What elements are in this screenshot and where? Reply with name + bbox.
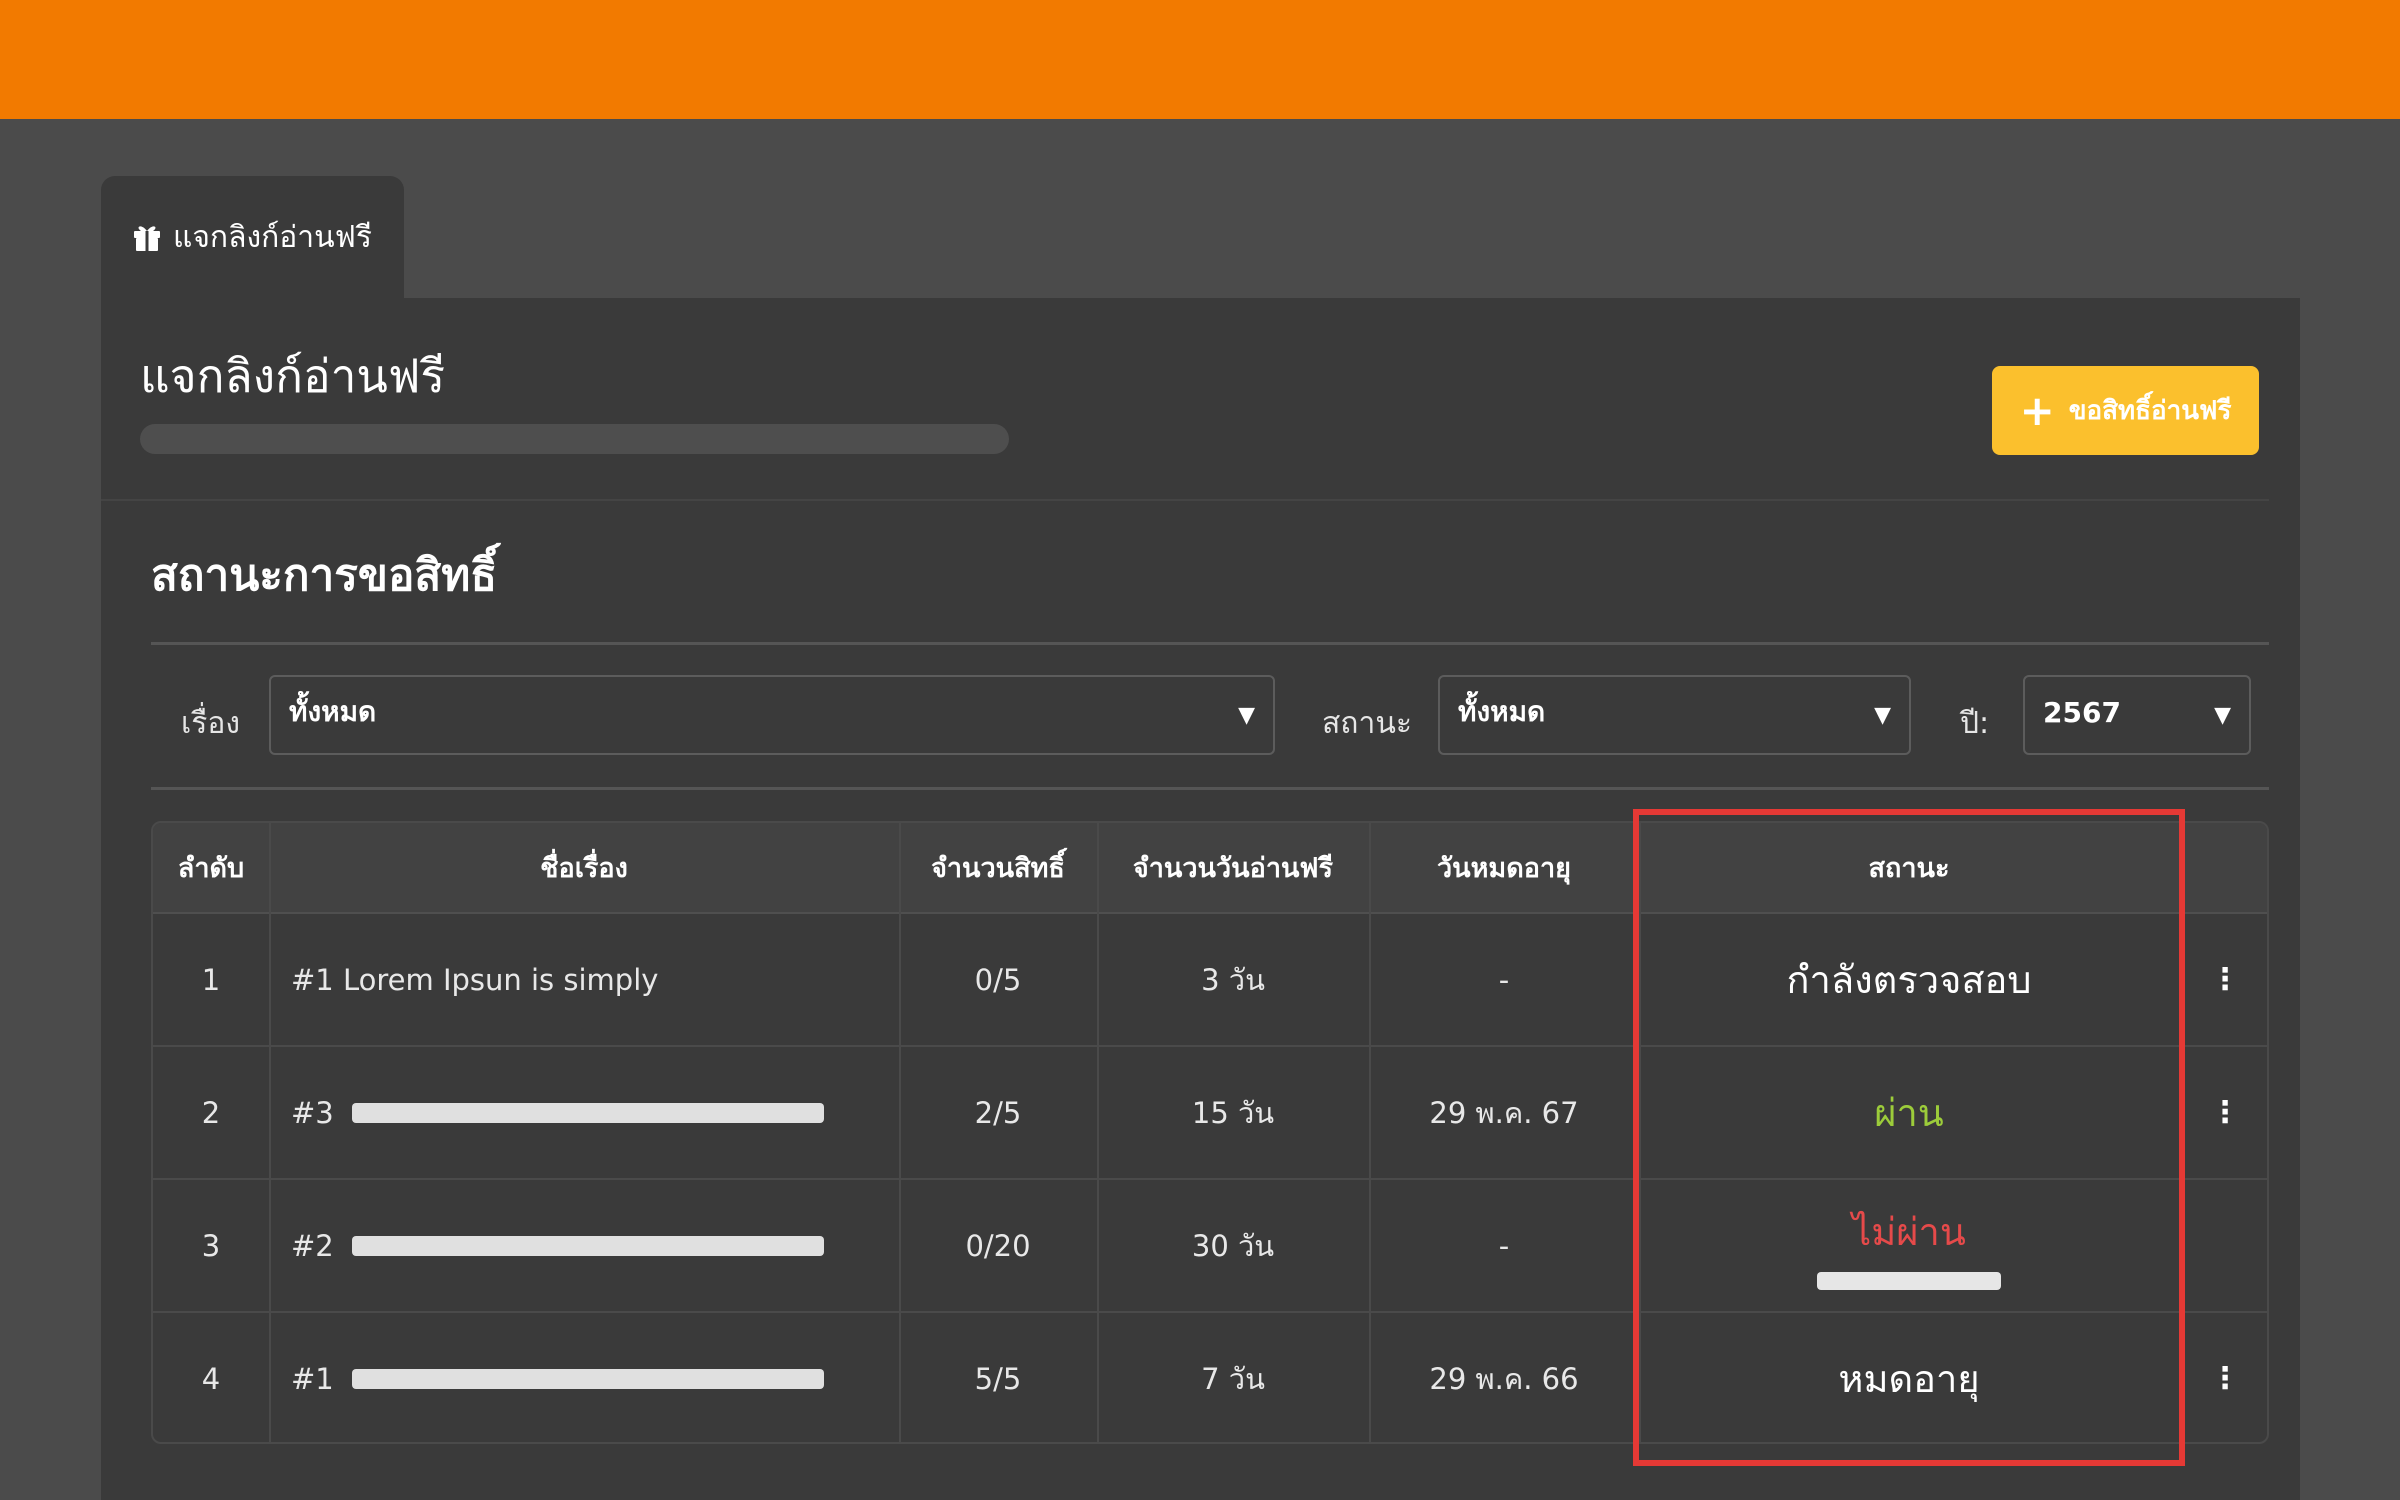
status-cell: ไม่ผ่าน: [1639, 1180, 2179, 1311]
row-menu[interactable]: ⋮: [2179, 1313, 2267, 1442]
status-fail-wrap: ไม่ผ่าน: [1817, 1201, 2001, 1290]
year-filter-value: 2567: [2043, 695, 2121, 729]
expire-date-value: -: [1498, 962, 1510, 997]
quota-value: 5/5: [974, 1361, 1022, 1396]
table-row: 3 #2 0/20 30 วัน - ไม่ผ่าน: [153, 1180, 2267, 1313]
chevron-down-icon: ▼: [2214, 703, 2231, 728]
story-title: #1 Lorem Ipsun is simply: [269, 914, 899, 1045]
story-filter-select[interactable]: ทั้งหมด ▼: [269, 675, 1275, 755]
expire-date-value: 29 พ.ค. 67: [1429, 1095, 1579, 1130]
divider: [151, 642, 2269, 645]
column-header-status: สถานะ: [1868, 853, 1950, 884]
quota-value: 2/5: [974, 1095, 1022, 1130]
row-number: 2: [201, 1095, 221, 1130]
column-header-title: ชื่อเรื่อง: [540, 853, 628, 884]
redacted-title-bar: [351, 1368, 824, 1389]
quota-value: 0/5: [974, 962, 1022, 997]
row-number: 1: [201, 962, 221, 997]
column-header-no: ลำดับ: [177, 853, 245, 884]
story-title: #3: [269, 1047, 899, 1178]
quota-value: 0/20: [965, 1228, 1031, 1263]
story-filter-label: เรื่อง: [181, 706, 241, 741]
redacted-reason-bar: [1817, 1272, 2001, 1290]
free-days-value: 7 วัน: [1201, 1361, 1265, 1396]
status-cell: ผ่าน: [1639, 1047, 2179, 1178]
story-title: #2: [269, 1180, 899, 1311]
divider: [101, 499, 2269, 501]
status-cell: กำลังตรวจสอบ: [1639, 914, 2179, 1045]
table-row: 4 #1 5/5 7 วัน 29 พ.ค. 66 หมดอายุ ⋮: [153, 1313, 2267, 1442]
plus-icon: +: [2019, 385, 2055, 435]
column-header-quota: จำนวนสิทธิ์: [931, 853, 1065, 884]
redacted-title-bar: [351, 1102, 824, 1123]
year-filter-label: ปี:: [1960, 706, 1990, 741]
page-title: แจกลิงก์อ่านฟรี: [140, 349, 446, 403]
story-title-text: #3: [291, 1095, 334, 1130]
status-cell: หมดอายุ: [1639, 1313, 2179, 1442]
status-filter-value: ทั้งหมด: [1458, 695, 1546, 728]
status-expired: หมดอายุ: [1838, 1357, 1980, 1401]
more-vertical-icon[interactable]: ⋮: [2210, 1095, 2240, 1130]
more-vertical-icon[interactable]: ⋮: [2210, 962, 2240, 997]
redacted-title-bar: [351, 1235, 824, 1256]
table-header: ลำดับ ชื่อเรื่อง จำนวนสิทธิ์ จำนวนวันอ่า…: [153, 823, 2267, 914]
request-button-label: ขอสิทธิ์อ่านฟรี: [2068, 396, 2232, 426]
column-header-expire: วันหมดอายุ: [1437, 853, 1571, 884]
tab-free-read-link[interactable]: แจกลิงก์อ่านฟรี: [101, 176, 404, 298]
status-pending: กำลังตรวจสอบ: [1786, 958, 2032, 1002]
status-pass: ผ่าน: [1874, 1091, 1944, 1135]
row-number: 4: [201, 1361, 221, 1396]
more-vertical-icon[interactable]: ⋮: [2210, 1361, 2240, 1396]
divider: [151, 787, 2269, 790]
story-title-text: #2: [291, 1228, 334, 1263]
free-days-value: 3 วัน: [1201, 962, 1265, 997]
chevron-down-icon: ▼: [1238, 703, 1255, 728]
row-menu[interactable]: ⋮: [2179, 914, 2267, 1045]
free-days-value: 30 วัน: [1191, 1228, 1275, 1263]
row-menu[interactable]: ⋮: [2179, 1047, 2267, 1178]
request-status-table: ลำดับ ชื่อเรื่อง จำนวนสิทธิ์ จำนวนวันอ่า…: [151, 821, 2269, 1444]
table-row: 2 #3 2/5 15 วัน 29 พ.ค. 67 ผ่าน ⋮: [153, 1047, 2267, 1180]
gift-icon: [131, 221, 163, 253]
status-filter-label: สถานะ: [1322, 706, 1412, 741]
year-filter-select[interactable]: 2567 ▼: [2023, 675, 2251, 755]
row-number: 3: [201, 1228, 221, 1263]
table-row: 1 #1 Lorem Ipsun is simply 0/5 3 วัน - ก…: [153, 914, 2267, 1047]
status-fail: ไม่ผ่าน: [1852, 1210, 1966, 1254]
tab-label: แจกลิงก์อ่านฟรี: [173, 219, 372, 255]
section-title: สถานะการขอสิทธิ์: [151, 550, 498, 601]
column-header-free-days: จำนวนวันอ่านฟรี: [1132, 853, 1334, 884]
story-filter-value: ทั้งหมด: [289, 695, 377, 728]
free-days-value: 15 วัน: [1191, 1095, 1275, 1130]
chevron-down-icon: ▼: [1874, 703, 1891, 728]
story-title-text: #1 Lorem Ipsun is simply: [291, 962, 659, 997]
status-filter-select[interactable]: ทั้งหมด ▼: [1438, 675, 1911, 755]
story-title: #1: [269, 1313, 899, 1442]
page-subtitle-placeholder: [140, 424, 1009, 454]
expire-date-value: 29 พ.ค. 66: [1429, 1361, 1579, 1396]
top-bar: [0, 0, 2400, 119]
story-title-text: #1: [291, 1361, 334, 1396]
expire-date-value: -: [1498, 1228, 1510, 1263]
request-free-read-button[interactable]: + ขอสิทธิ์อ่านฟรี: [1992, 366, 2259, 455]
